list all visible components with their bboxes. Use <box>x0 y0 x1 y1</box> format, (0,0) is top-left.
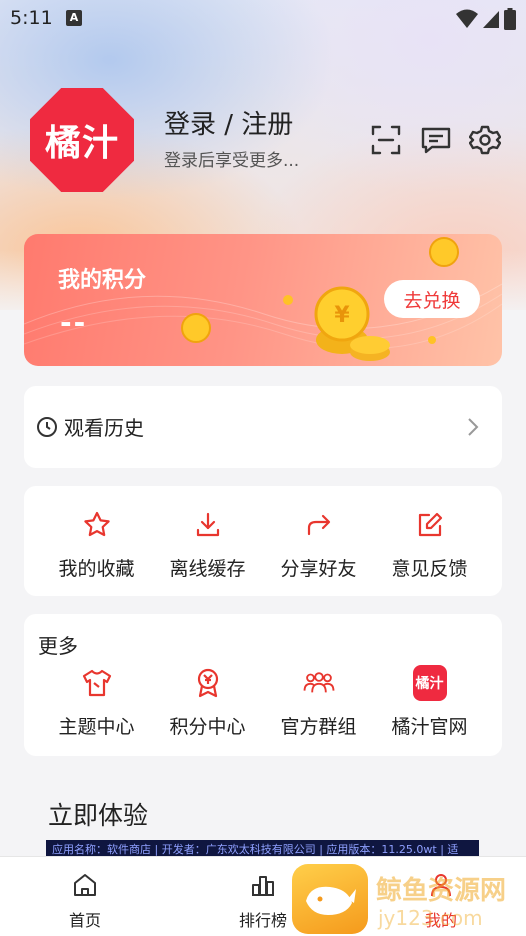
shortcut-favorites[interactable]: 我的收藏 <box>41 508 152 581</box>
shortcut-share[interactable]: 分享好友 <box>263 508 374 581</box>
feedback-edit-icon <box>418 512 442 537</box>
more-label: 积分中心 <box>169 716 246 738</box>
shortcut-label: 我的收藏 <box>58 558 135 580</box>
status-icons <box>456 8 516 30</box>
login-subtitle: 登录后享受更多... <box>164 151 300 171</box>
watch-history-label: 观看历史 <box>64 416 144 440</box>
download-icon <box>196 512 219 537</box>
battery-icon <box>504 8 516 30</box>
watermark-text: 鲸鱼资源网 <box>376 876 507 906</box>
shortcut-offline-cache[interactable]: 离线缓存 <box>152 508 263 581</box>
nav-label: 首页 <box>68 911 101 930</box>
more-title: 更多 <box>38 634 78 658</box>
points-label: 我的积分 <box>58 268 147 293</box>
shortcut-feedback[interactable]: 意见反馈 <box>374 508 485 581</box>
signal-icon <box>483 11 499 28</box>
scan-icon[interactable] <box>370 124 402 156</box>
tshirt-icon <box>82 669 111 697</box>
group-icon <box>303 672 334 693</box>
clock-icon <box>37 417 57 437</box>
more-label: 主题中心 <box>58 716 135 738</box>
share-icon <box>307 514 330 536</box>
ranking-icon <box>252 876 274 896</box>
exchange-button[interactable]: 去兑换 <box>384 280 480 318</box>
more-official-website[interactable]: 橘汁 橘汁官网 <box>374 665 485 739</box>
more-official-groups[interactable]: 官方群组 <box>263 666 374 739</box>
app-logo-text: 橘汁 <box>44 123 119 164</box>
message-icon[interactable] <box>420 124 452 156</box>
more-row: 主题中心 积分中心 官方群组 橘汁 橘汁官网 <box>24 665 502 739</box>
notification-a-icon: A <box>66 10 82 26</box>
watermark-url: jy123.com <box>378 906 483 930</box>
more-label: 橘汁官网 <box>391 716 468 738</box>
points-value: -- <box>60 306 88 339</box>
shortcut-label: 分享好友 <box>280 558 357 580</box>
shortcut-label: 离线缓存 <box>169 558 246 580</box>
juzhi-logo-text: 橘汁 <box>415 676 444 692</box>
more-theme-center[interactable]: 主题中心 <box>41 666 152 739</box>
home-icon <box>74 874 96 896</box>
login-register-link[interactable]: 登录 / 注册 <box>164 104 293 141</box>
try-now-title: 立即体验 <box>48 801 149 830</box>
svg-text:¥: ¥ <box>334 303 350 328</box>
wifi-icon <box>456 9 478 28</box>
more-points-center[interactable]: 积分中心 <box>152 666 263 739</box>
more-label: 官方群组 <box>280 716 357 738</box>
watch-history-row[interactable]: 观看历史 <box>24 386 502 468</box>
watermark-logo <box>292 864 368 934</box>
nav-home[interactable]: 首页 <box>40 857 130 936</box>
whale-icon <box>306 886 356 915</box>
chevron-right-icon <box>468 418 479 436</box>
nav-label: 排行榜 <box>238 911 287 930</box>
points-card[interactable]: ¥ 我的积分 -- 去兑换 <box>24 234 502 366</box>
shortcuts-card: 我的收藏 离线缓存 分享好友 意见反馈 <box>24 486 502 596</box>
juzhi-logo-icon: 橘汁 <box>412 665 447 701</box>
status-time: 5:11 <box>10 7 53 29</box>
shortcut-label: 意见反馈 <box>391 558 468 580</box>
more-card: 更多 主题中心 积分中心 官方群组 橘汁 橘汁官网 <box>24 614 502 756</box>
star-icon <box>83 511 110 537</box>
settings-icon[interactable] <box>469 124 501 156</box>
yuan-medal-icon <box>197 668 218 698</box>
status-bar: 5:11 A <box>0 0 526 36</box>
shortcuts-row: 我的收藏 离线缓存 分享好友 意见反馈 <box>24 508 502 581</box>
